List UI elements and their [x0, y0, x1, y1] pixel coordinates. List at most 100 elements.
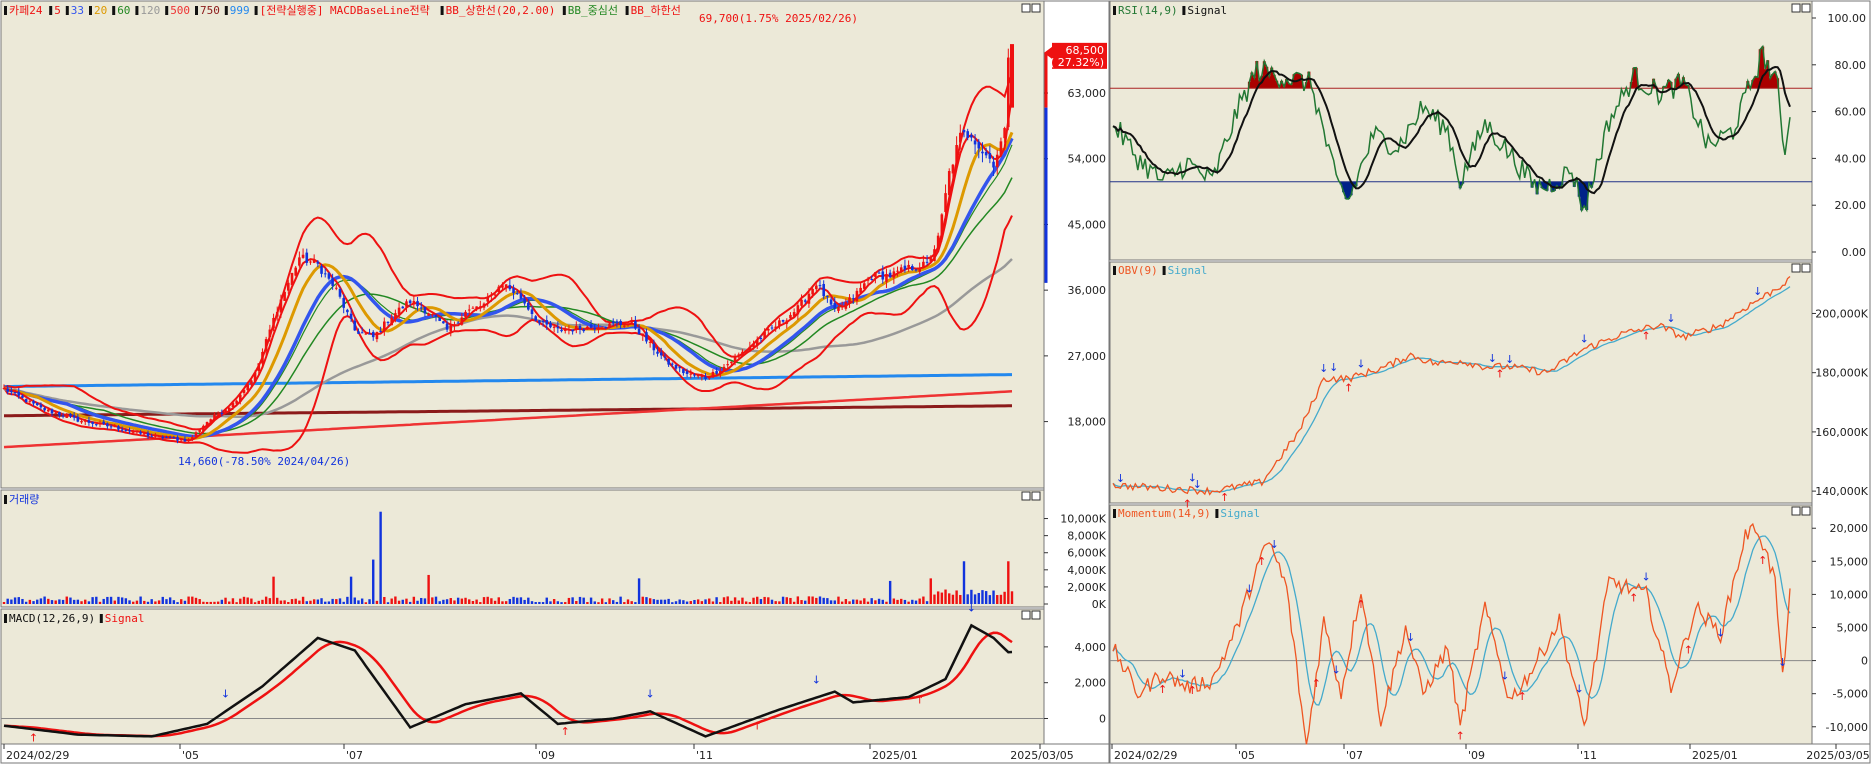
volume-bar	[874, 600, 877, 604]
candle-body	[275, 311, 279, 317]
candle-body	[774, 326, 777, 329]
volume-bar	[804, 600, 807, 604]
candle-body	[283, 291, 286, 301]
candle-body	[589, 324, 593, 328]
candle-body	[874, 272, 877, 277]
legend-marker	[224, 6, 228, 15]
sell-arrow-icon: ↓	[1116, 472, 1125, 485]
volume-bar	[619, 596, 622, 604]
close-icon	[1801, 263, 1811, 273]
candle-body	[434, 315, 438, 318]
volume-bar	[504, 601, 508, 604]
legend-marker	[440, 6, 444, 15]
candle-body	[360, 332, 364, 334]
restore-icon	[1021, 3, 1031, 13]
volume-bar	[501, 601, 504, 604]
candle-body	[453, 324, 456, 327]
volume-bar	[1003, 591, 1006, 604]
candle-body	[342, 297, 345, 308]
sell-arrow-icon: ↓	[1193, 478, 1202, 491]
candle-body	[707, 377, 711, 379]
volume-bar	[925, 601, 929, 604]
buy-arrow-icon: ↑	[1344, 382, 1353, 395]
candle-body	[320, 266, 323, 274]
volume-bar	[61, 599, 65, 604]
volume-bar	[715, 597, 718, 604]
volume-bar	[276, 597, 279, 604]
price-legend-item: 5	[54, 4, 61, 17]
candle-body	[165, 437, 168, 439]
volume-bar	[733, 597, 737, 604]
candle-body	[246, 384, 249, 391]
candle-body	[970, 135, 973, 138]
volume-bar	[748, 602, 752, 604]
candle-body	[911, 266, 914, 271]
candle-body	[106, 423, 109, 427]
candle-body	[955, 144, 958, 165]
macd-legend-item: Signal	[105, 612, 145, 625]
price-tick-label: 54,000	[1068, 153, 1107, 166]
candle-body	[87, 420, 91, 423]
legend-marker	[49, 6, 53, 15]
volume-bar	[372, 559, 375, 604]
volume-bar	[124, 598, 128, 604]
legend-marker	[4, 495, 7, 504]
candle-body	[899, 267, 903, 272]
sell-arrow-icon: ↓	[1270, 538, 1279, 551]
candle-body	[301, 254, 305, 258]
legend-marker	[99, 614, 103, 623]
volume-bar	[663, 599, 667, 604]
volume-bar	[379, 511, 382, 604]
volume-bar	[69, 597, 72, 604]
obv-tick-label: 140,000K	[1815, 485, 1868, 498]
volume-bar	[763, 596, 766, 604]
legend-marker	[195, 6, 198, 15]
candle-body	[755, 339, 759, 346]
candle-body	[940, 214, 944, 237]
candle-body	[423, 306, 427, 314]
candle-body	[615, 321, 619, 324]
buy-arrow-icon: ↑	[1257, 555, 1266, 568]
candle-body	[741, 351, 744, 356]
volume-bar	[530, 601, 534, 604]
volume-bar	[261, 599, 264, 604]
macd-tick-label: 2,000	[1075, 677, 1107, 690]
volume-bar	[741, 597, 744, 604]
volume-bar	[549, 601, 552, 604]
candle-body	[785, 320, 789, 324]
volume-bar	[453, 600, 456, 604]
candle-body	[54, 412, 57, 414]
candle-body	[696, 375, 700, 377]
price-tick-label: 45,000	[1068, 218, 1107, 231]
candle-body	[947, 171, 951, 196]
legend-marker	[1113, 509, 1116, 518]
volume-bar	[246, 597, 249, 604]
volume-bar	[434, 596, 438, 604]
momentum-tick-label: -10,000	[1826, 721, 1868, 734]
candle-body	[176, 437, 179, 441]
volume-bar	[608, 598, 611, 604]
candle-body	[959, 132, 962, 143]
volume-bar	[730, 600, 733, 604]
candle-body	[604, 327, 608, 329]
candle-body	[146, 432, 150, 437]
volume-bar	[150, 599, 153, 604]
volume-bar	[312, 599, 316, 604]
sell-arrow-icon: ↓	[1319, 362, 1328, 375]
candle-body	[6, 388, 9, 392]
min-annotation: 14,660(-78.50% 2024/04/26)	[178, 455, 351, 468]
buy-arrow-icon: ↑	[1642, 329, 1651, 342]
sell-arrow-icon: ↓	[1178, 668, 1187, 681]
volume-bar	[671, 602, 674, 604]
candle-body	[840, 306, 844, 308]
candle-body	[65, 415, 69, 418]
volume-bar	[235, 602, 238, 604]
volume-bar	[660, 599, 663, 604]
candle-body	[512, 288, 515, 294]
volume-bar	[2, 601, 6, 604]
obv-tick-label: 180,000K	[1815, 367, 1868, 380]
candle-body	[981, 151, 984, 154]
buy-arrow-icon: ↑	[1684, 644, 1693, 657]
volume-bar	[815, 597, 818, 604]
volume-bar	[146, 601, 150, 604]
